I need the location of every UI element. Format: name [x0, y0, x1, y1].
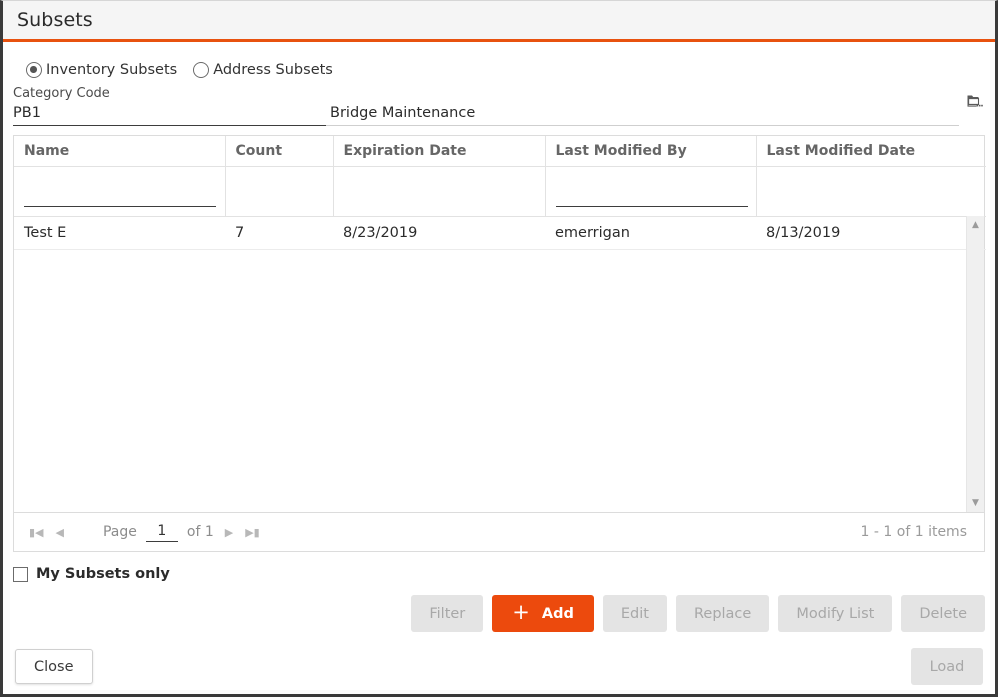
dialog-footer: Close Load [3, 639, 995, 694]
my-subsets-only-checkbox[interactable]: My Subsets only [3, 552, 995, 582]
radio-inventory-subsets[interactable]: Inventory Subsets [26, 62, 177, 78]
last-page-icon[interactable]: ▶▮ [239, 527, 266, 538]
column-header-name[interactable]: Name [14, 136, 226, 167]
subsets-table: Name Count Expiration Date Last Modified… [14, 136, 986, 250]
plus-icon: + [512, 600, 530, 624]
filter-cell-name [14, 166, 226, 217]
column-header-last-modified-by[interactable]: Last Modified By [545, 136, 757, 167]
table-filter-row [14, 166, 986, 217]
cell-last-modified-date: 8/13/2019 [756, 216, 986, 250]
category-code-section: Category Code PB1 Bridge Maintenance [3, 85, 995, 126]
category-code-input[interactable]: PB1 [13, 103, 326, 126]
modify-list-button[interactable]: Modify List [778, 595, 893, 632]
filter-cell-last-modified-by [545, 166, 757, 217]
cell-count: 7 [225, 216, 333, 250]
dialog-titlebar: Subsets [3, 1, 995, 42]
triangle-down-icon[interactable]: ▼ [967, 495, 984, 511]
prev-page-icon[interactable]: ◀ [50, 527, 70, 538]
table-row[interactable]: Test E 7 8/23/2019 emerrigan 8/13/2019 [14, 216, 986, 250]
filter-cell-expiration-date [333, 166, 546, 217]
column-header-expiration-date[interactable]: Expiration Date [333, 136, 546, 167]
filter-cell-last-modified-date [756, 166, 986, 217]
page-title: Subsets [17, 9, 93, 31]
add-button[interactable]: + Add [492, 595, 594, 632]
pager-page-label: Page [102, 524, 137, 540]
column-header-count[interactable]: Count [225, 136, 334, 167]
category-description-field: Bridge Maintenance [326, 103, 959, 126]
edit-button[interactable]: Edit [602, 595, 667, 632]
radio-address-subsets-label: Address Subsets [213, 62, 333, 78]
subset-type-radio-group: Inventory Subsets Address Subsets [3, 42, 995, 85]
radio-inventory-subsets-label: Inventory Subsets [46, 62, 178, 78]
cell-name: Test E [14, 216, 225, 250]
load-button[interactable]: Load [911, 648, 983, 685]
column-header-last-modified-date[interactable]: Last Modified Date [756, 136, 986, 167]
cell-expiration-date: 8/23/2019 [333, 216, 545, 250]
delete-button[interactable]: Delete [901, 595, 985, 632]
filter-cell-count [225, 166, 334, 217]
my-subsets-only-label: My Subsets only [36, 566, 170, 582]
table-header-row: Name Count Expiration Date Last Modified… [14, 136, 986, 167]
radio-address-subsets[interactable]: Address Subsets [193, 62, 333, 78]
filter-input-last-modified-by[interactable] [555, 188, 748, 207]
folder-browse-icon[interactable] [961, 89, 987, 113]
filter-button[interactable]: Filter [411, 595, 484, 632]
pager-of-label: of 1 [186, 524, 214, 540]
first-page-icon[interactable]: ▮◀ [23, 527, 50, 538]
close-button[interactable]: Close [15, 649, 93, 684]
my-subsets-only-checkbox-mark[interactable] [13, 566, 28, 582]
subsets-dialog: Subsets Inventory Subsets Address Subset… [0, 0, 998, 697]
next-page-icon[interactable]: ▶ [219, 527, 239, 538]
radio-address-subsets-mark[interactable] [193, 62, 210, 78]
grid-pager: ▮◀ ◀ Page 1 of 1 ▶ ▶▮ 1 - 1 of 1 items [13, 513, 985, 552]
cell-last-modified-by: emerrigan [545, 216, 756, 250]
action-button-row: Filter + Add Edit Replace Modify List De… [3, 582, 995, 632]
grid-vertical-scrollbar[interactable]: ▲ ▼ [966, 216, 984, 512]
category-code-label: Category Code [13, 86, 110, 101]
filter-input-name[interactable] [24, 188, 216, 207]
add-button-label: Add [541, 605, 574, 622]
pager-items-summary: 1 - 1 of 1 items [860, 524, 967, 540]
pager-page-input[interactable]: 1 [145, 523, 178, 542]
triangle-up-icon[interactable]: ▲ [967, 217, 984, 233]
radio-inventory-subsets-mark[interactable] [26, 62, 42, 78]
subsets-grid: Name Count Expiration Date Last Modified… [13, 135, 986, 513]
replace-button[interactable]: Replace [675, 595, 770, 632]
